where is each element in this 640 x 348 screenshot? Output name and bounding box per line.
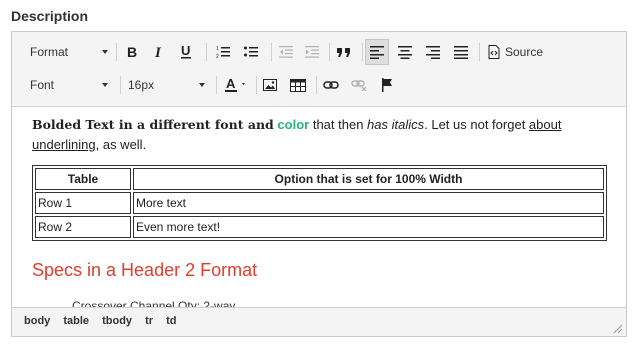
align-justify-button[interactable] (449, 39, 473, 65)
text-color-button[interactable]: A (222, 72, 252, 98)
bold-button[interactable]: B (120, 39, 144, 65)
link-icon (323, 81, 339, 89)
path-item[interactable]: table (63, 315, 89, 327)
table-header-cell[interactable]: Table (35, 168, 131, 190)
field-label: Description (11, 8, 89, 24)
text-color-icon: A (225, 77, 245, 92)
align-right-button[interactable] (421, 39, 445, 65)
format-dropdown-label: Format (30, 45, 69, 59)
numbered-list-button[interactable]: 12 (211, 39, 235, 65)
table-header-row: Table Option that is set for 100% Width (35, 168, 604, 190)
editor-statusbar: body table tbody tr td (12, 307, 626, 336)
table-header-cell[interactable]: Option that is set for 100% Width (133, 168, 604, 190)
toolbar-separator (329, 43, 330, 61)
toolbar-separator (271, 43, 272, 61)
element-path: body table tbody tr td (24, 315, 187, 327)
align-left-button[interactable] (365, 39, 389, 65)
insert-link-button[interactable] (319, 72, 343, 98)
path-item[interactable]: td (166, 315, 176, 327)
insert-image-button[interactable] (258, 72, 282, 98)
toolbar-separator (479, 43, 480, 61)
plain-text: , as well. (95, 137, 147, 152)
table-icon (290, 78, 306, 92)
italic-text: has italics (367, 117, 425, 132)
table-cell[interactable]: More text (133, 192, 604, 214)
path-item[interactable]: tr (145, 315, 153, 327)
plain-text: that then (309, 117, 368, 132)
unlink-icon (351, 80, 367, 91)
editor-toolbar: Format B I U 12 Source Font 16px A (12, 32, 626, 107)
content-paragraph: Bolded Text in a different font and colo… (32, 115, 602, 155)
anchor-button[interactable] (375, 72, 399, 98)
bullet-list-button[interactable] (239, 39, 263, 65)
toolbar-separator (120, 76, 121, 94)
bold-icon: B (127, 45, 137, 59)
italic-button[interactable]: I (146, 39, 170, 65)
align-right-icon (426, 46, 440, 59)
bold-serif-text: Bolded Text in a different font and (32, 117, 274, 132)
cut-off-text: Crossover Channel Qty: 2-way (72, 299, 236, 307)
table-row: Row 1 More text (35, 192, 604, 214)
svg-text:U: U (181, 44, 190, 58)
content-table[interactable]: Table Option that is set for 100% Width … (32, 165, 607, 241)
svg-text:I: I (154, 45, 162, 59)
table-cell[interactable]: Even more text! (133, 216, 604, 238)
remove-link-button[interactable] (347, 72, 371, 98)
insert-table-button[interactable] (286, 72, 310, 98)
font-size-dropdown-label: 16px (128, 78, 155, 92)
svg-text:1: 1 (216, 46, 219, 52)
rich-text-editor[interactable]: Format B I U 12 Source Font 16px A Bolde… (11, 31, 627, 337)
source-code-button-icon-wrap[interactable] (482, 39, 506, 65)
flag-icon (382, 78, 392, 92)
outdent-button[interactable] (274, 39, 298, 65)
format-dropdown[interactable]: Format (30, 40, 108, 64)
quote-icon (337, 48, 350, 57)
toolbar-separator (256, 76, 257, 94)
chevron-down-icon (102, 50, 108, 54)
blockquote-button[interactable] (332, 39, 356, 65)
toolbar-separator (116, 43, 117, 61)
table-cell[interactable]: Row 1 (35, 192, 131, 214)
toolbar-separator (216, 76, 217, 94)
indent-button[interactable] (300, 39, 324, 65)
numbered-list-icon: 12 (216, 46, 230, 59)
svg-text:A: A (226, 77, 236, 91)
svg-text:2: 2 (216, 54, 219, 59)
table-row: Row 2 Even more text! (35, 216, 604, 238)
source-button[interactable]: Source (505, 40, 543, 64)
colored-text: color (277, 117, 310, 132)
path-item[interactable]: body (24, 315, 50, 327)
table-cell[interactable]: Row 2 (35, 216, 131, 238)
font-dropdown[interactable]: Font (30, 73, 108, 97)
editor-content-area[interactable]: Bolded Text in a different font and colo… (12, 107, 626, 307)
toolbar-row-2: Font 16px A (12, 70, 626, 100)
plain-text: . Let us not forget (424, 117, 529, 132)
image-icon (263, 79, 277, 91)
align-left-icon (370, 46, 384, 59)
indent-icon (305, 46, 319, 58)
source-code-icon (488, 45, 500, 59)
align-center-button[interactable] (393, 39, 417, 65)
underline-button[interactable]: U (174, 39, 198, 65)
font-dropdown-label: Font (30, 78, 55, 92)
italic-icon: I (154, 45, 162, 59)
align-justify-icon (454, 46, 468, 59)
font-size-dropdown[interactable]: 16px (128, 73, 208, 97)
toolbar-separator (206, 43, 207, 61)
content-heading: Specs in a Header 2 Format (32, 260, 258, 280)
toolbar-separator (316, 76, 317, 94)
toolbar-row-1: Format B I U 12 Source (12, 37, 626, 67)
chevron-down-icon (199, 83, 205, 87)
resize-handle-icon[interactable] (612, 323, 622, 333)
chevron-down-icon (102, 83, 108, 87)
align-center-icon (398, 46, 412, 59)
bullet-list-icon (244, 46, 258, 57)
outdent-icon (279, 46, 293, 58)
underline-icon: U (181, 44, 191, 59)
toolbar-separator (362, 43, 363, 61)
path-item[interactable]: tbody (102, 315, 132, 327)
svg-text:B: B (127, 45, 137, 59)
